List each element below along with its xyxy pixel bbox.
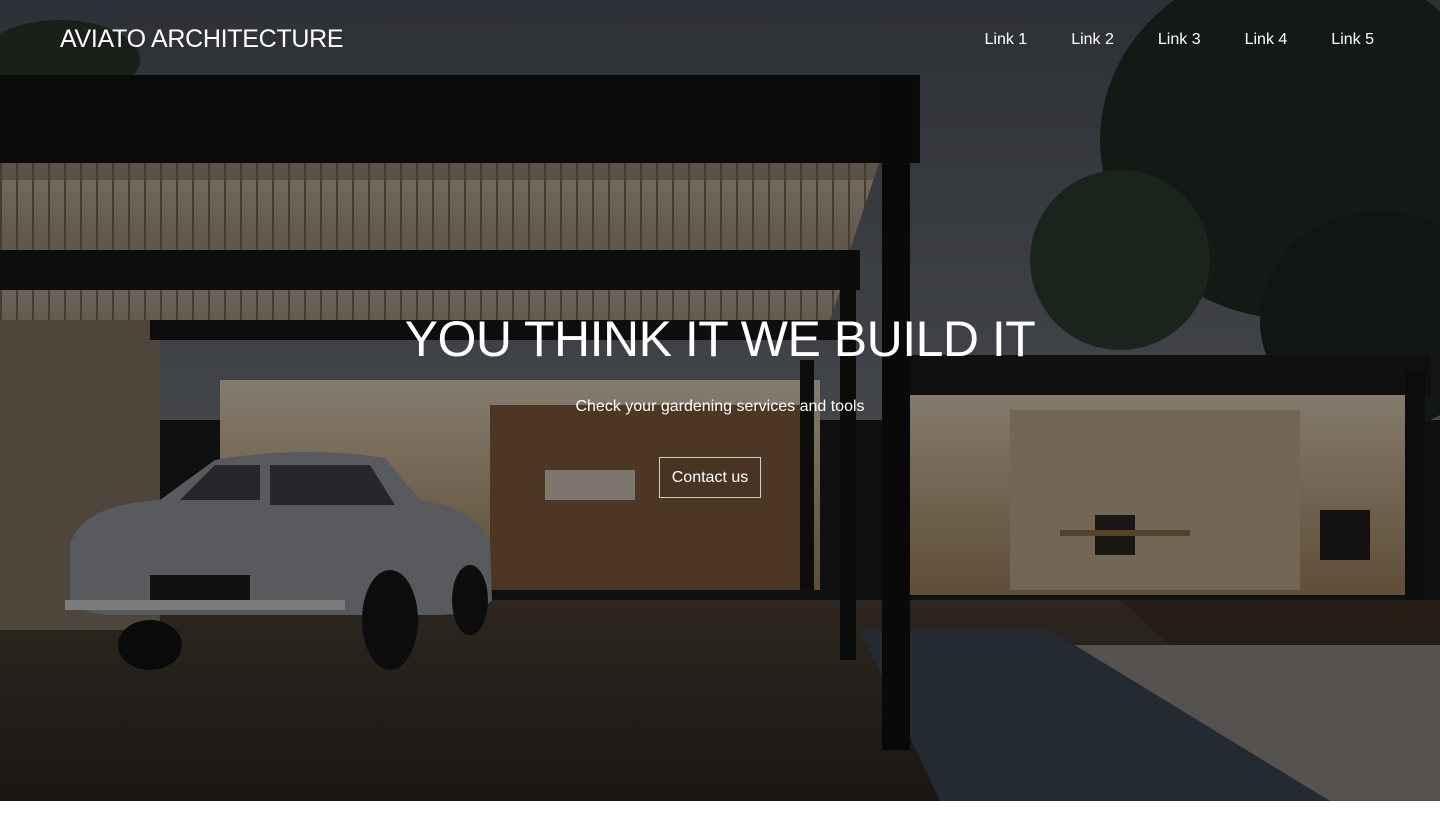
nav-link-2[interactable]: Link 2	[1071, 31, 1114, 49]
brand-logo[interactable]: AVIATO ARCHITECTURE	[60, 25, 344, 54]
page-bottom-strip	[0, 801, 1440, 827]
nav-link-3[interactable]: Link 3	[1158, 31, 1201, 49]
contact-us-button[interactable]: Contact us	[659, 457, 761, 498]
hero-headline: YOU THINK IT WE BUILD IT	[404, 311, 1036, 367]
hero-subheadline: Check your gardening services and tools	[575, 398, 865, 415]
nav-links: Link 1 Link 2 Link 3 Link 4 Link 5	[940, 31, 1374, 49]
nav-link-1[interactable]: Link 1	[984, 31, 1027, 49]
nav-link-4[interactable]: Link 4	[1245, 31, 1288, 49]
navbar: AVIATO ARCHITECTURE Link 1 Link 2 Link 3…	[0, 0, 1440, 80]
nav-link-5[interactable]: Link 5	[1331, 31, 1374, 49]
